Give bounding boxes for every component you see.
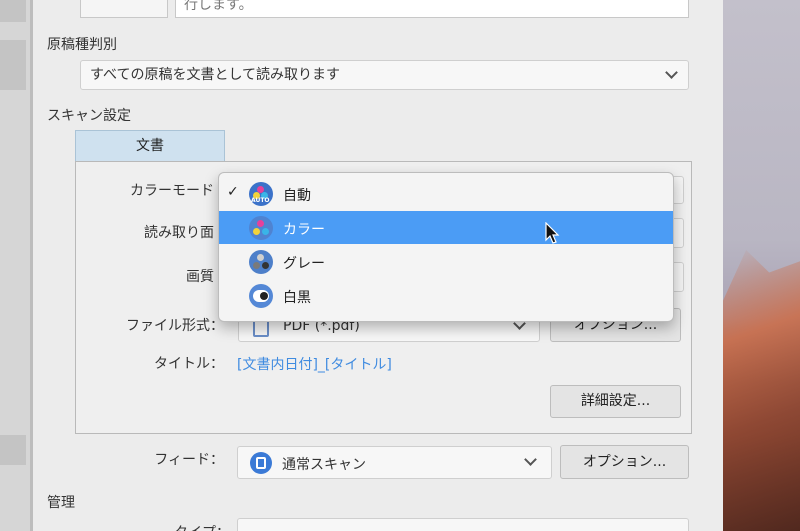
background-window <box>0 0 30 531</box>
title-format-link[interactable]: [文書内日付]_[タイトル] <box>237 354 392 374</box>
color-mode-label: カラーモード <box>130 183 214 199</box>
menu-item-color[interactable]: カラー <box>219 211 673 244</box>
file-format-label: ファイル形式： <box>126 318 224 334</box>
black-white-icon <box>249 284 273 308</box>
title-label: タイトル： <box>154 356 224 372</box>
menu-item-label: カラー <box>283 222 325 238</box>
desktop-wallpaper <box>723 0 800 531</box>
feed-label: フィード： <box>154 452 224 468</box>
menu-item-label: 自動 <box>283 188 311 204</box>
type-select[interactable] <box>237 518 689 531</box>
background-window-block <box>0 435 26 465</box>
checkmark-icon: ✓ <box>227 184 239 200</box>
quality-label: 画質 <box>186 269 214 285</box>
menu-item-auto[interactable]: ✓ AUTO 自動 <box>219 177 673 210</box>
feed-select[interactable]: 通常スキャン <box>237 446 552 479</box>
menu-item-gray[interactable]: グレー <box>219 245 673 278</box>
feed-scan-icon <box>250 452 272 474</box>
menu-item-black-white[interactable]: 白黒 <box>219 279 673 312</box>
chevron-down-icon <box>665 66 678 79</box>
top-button[interactable] <box>80 0 168 18</box>
background-window-block <box>0 0 26 22</box>
manuscript-type-value: すべての原稿を文書として読み取ります <box>90 67 341 83</box>
read-side-label: 読み取り面 <box>144 225 214 241</box>
management-label: 管理 <box>47 495 75 511</box>
gray-icon <box>249 250 273 274</box>
color-mode-dropdown-menu: ✓ AUTO 自動 カラー グレー 白黒 <box>218 172 674 322</box>
background-window-block <box>0 40 26 90</box>
chevron-down-icon <box>524 453 537 466</box>
manuscript-type-label: 原稿種判別 <box>47 37 117 53</box>
color-icon <box>249 216 273 240</box>
feed-options-button[interactable]: オプション... <box>560 445 689 479</box>
scan-settings-label: スキャン設定 <box>47 108 131 124</box>
mouse-cursor-icon <box>545 222 560 244</box>
tab-document[interactable]: 文書 <box>75 130 225 162</box>
feed-value: 通常スキャン <box>282 457 366 473</box>
auto-color-icon: AUTO <box>249 182 273 206</box>
menu-item-label: グレー <box>283 256 325 272</box>
detail-settings-button[interactable]: 詳細設定... <box>550 385 681 418</box>
menu-item-label: 白黒 <box>283 290 311 306</box>
mountain-image <box>723 250 800 531</box>
manuscript-type-select[interactable]: すべての原稿を文書として読み取ります <box>80 60 689 90</box>
type-label: タイプ： <box>150 522 230 531</box>
top-text-field[interactable]: 行します。 <box>175 0 689 18</box>
